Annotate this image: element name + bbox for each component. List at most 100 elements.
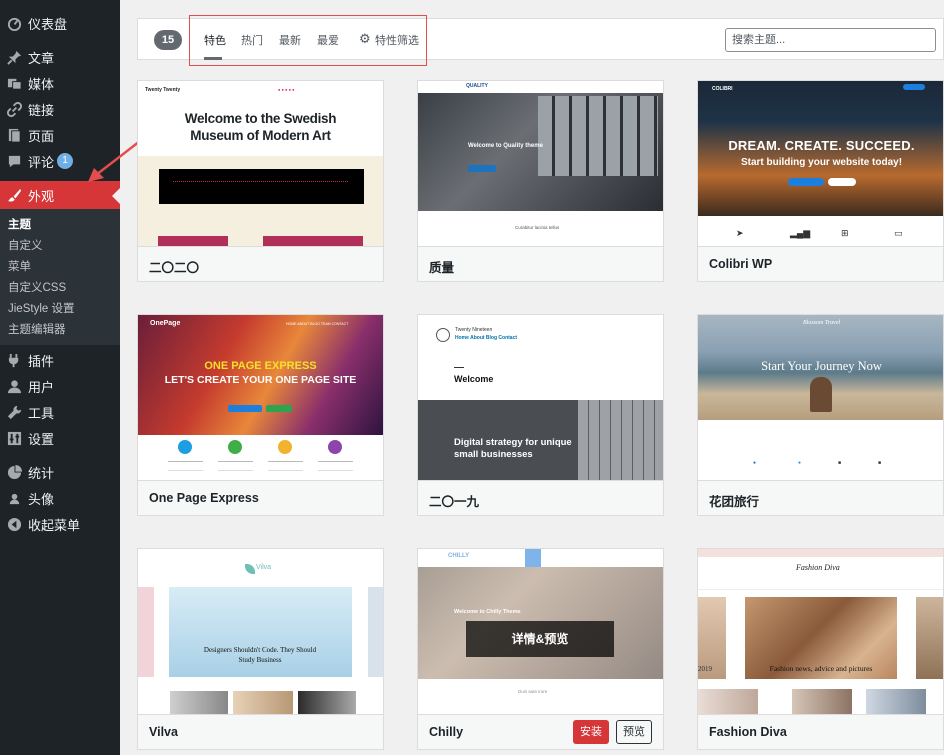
- menu-label: 工具: [28, 405, 55, 421]
- annotation-arrow: [88, 140, 141, 182]
- menu-label: 收起菜单: [28, 517, 81, 533]
- theme-name: 质量: [429, 261, 455, 275]
- settings-icon: [6, 430, 22, 446]
- menu-label: 仪表盘: [28, 16, 68, 32]
- theme-headline: Welcome: [454, 374, 494, 384]
- theme-card-twentynineteen[interactable]: Twenty Nineteen Home About Blog Contact …: [417, 314, 664, 516]
- theme-headline: Designers Shouldn't Code. They Should St…: [203, 646, 317, 664]
- active-menu-arrow: [112, 188, 120, 204]
- theme-card-onepage-express[interactable]: OnePage HOME ABOUT BLOG TEAM CONTACT ONE…: [137, 314, 384, 516]
- theme-caption: Curabitur lacinia tellus: [515, 225, 560, 230]
- theme-screenshot: Blossom Travel Start Your Journey Now ● …: [698, 315, 943, 480]
- theme-name-bar: One Page Express: [138, 480, 383, 515]
- theme-card-colibri[interactable]: COLIBRI DREAM. CREATE. SUCCEED. Start bu…: [697, 80, 944, 282]
- menu-collapse[interactable]: 收起菜单: [0, 511, 120, 537]
- pin-icon: [6, 49, 22, 65]
- theme-card-blossom-travel[interactable]: Blossom Travel Start Your Journey Now ● …: [697, 314, 944, 516]
- theme-name: 花团旅行: [709, 495, 760, 509]
- submenu-themes[interactable]: 主题: [8, 215, 31, 235]
- theme-name-bar: 质量: [418, 246, 663, 281]
- theme-count-badge: 15: [154, 30, 182, 50]
- theme-subtitle: Digital strategy for unique small busine…: [454, 437, 572, 460]
- plugin-icon: [6, 352, 22, 368]
- appearance-submenu: 主题 自定义 菜单 自定义CSS JieStyle 设置 主题编辑器: [0, 209, 120, 345]
- avatar-icon: [6, 490, 22, 506]
- menu-stats[interactable]: 统计: [0, 459, 120, 485]
- menu-posts[interactable]: 文章: [0, 44, 120, 70]
- menu-label: 外观: [28, 188, 55, 204]
- menu-tools[interactable]: 工具: [0, 399, 120, 425]
- theme-brand: QUALITY: [466, 83, 488, 89]
- theme-name: Colibri WP: [709, 257, 773, 271]
- menu-label: 用户: [28, 379, 55, 395]
- page-icon: [6, 127, 22, 143]
- menu-label: 头像: [28, 491, 55, 507]
- menu-settings[interactable]: 设置: [0, 425, 120, 451]
- install-button[interactable]: 安装: [573, 720, 609, 744]
- theme-card-quality[interactable]: QUALITY Welcome to Quality theme Curabit…: [417, 80, 664, 282]
- theme-brand: Twenty Nineteen: [455, 327, 493, 333]
- theme-headline: Welcome to Quality theme: [468, 143, 543, 149]
- menu-label: 插件: [28, 353, 55, 369]
- submenu-custom-css[interactable]: 自定义CSS: [8, 278, 66, 298]
- theme-name: 二〇一九: [429, 495, 480, 509]
- theme-name: Chilly: [429, 725, 464, 739]
- preview-button[interactable]: 预览: [616, 720, 652, 744]
- theme-screenshot: COLIBRI DREAM. CREATE. SUCCEED. Start bu…: [698, 81, 943, 246]
- theme-name: Fashion Diva: [709, 725, 787, 739]
- theme-search-input[interactable]: [725, 28, 936, 52]
- submenu-jiestyle-settings[interactable]: JieStyle 设置: [8, 299, 74, 319]
- submenu-menus[interactable]: 菜单: [8, 257, 31, 277]
- theme-nav: Home About Blog Contact: [455, 335, 518, 341]
- menu-avatar[interactable]: 头像: [0, 485, 120, 511]
- theme-screenshot: Vilva Designers Shouldn't Code. They Sho…: [138, 549, 383, 714]
- menu-links[interactable]: 链接: [0, 96, 120, 122]
- theme-name-bar: Vilva: [138, 714, 383, 749]
- theme-brand: OnePage: [150, 320, 181, 327]
- theme-name-bar: 二〇二〇: [138, 246, 383, 281]
- admin-sidebar: 仪表盘 文章 媒体 链接 页面 评论 1 外观 主题 自定义 菜单 自定义CSS…: [0, 0, 120, 755]
- menu-dashboard[interactable]: 仪表盘: [0, 10, 120, 36]
- annotation-highlight-box: [189, 15, 427, 66]
- theme-brand: Blossom Travel: [803, 320, 841, 326]
- theme-card-chilly[interactable]: CHILLY Welcome to Chilly Theme Duis aute…: [417, 548, 664, 750]
- theme-headline: Fashion news, advice and pictures: [769, 664, 873, 673]
- menu-label: 设置: [28, 431, 55, 447]
- menu-label: 评论: [28, 154, 55, 170]
- theme-name-bar: Colibri WP: [698, 246, 943, 281]
- link-icon: [6, 101, 22, 117]
- theme-side-text: 2019: [698, 665, 712, 673]
- theme-screenshot: CHILLY Welcome to Chilly Theme Duis aute…: [418, 549, 663, 714]
- theme-subtitle: Start building your website today!: [740, 157, 903, 168]
- details-preview-button[interactable]: 详情&预览: [466, 621, 614, 657]
- media-icon: [6, 75, 22, 91]
- menu-label: 媒体: [28, 76, 55, 92]
- theme-brand: Fashion Diva: [796, 563, 840, 572]
- theme-name: 二〇二〇: [149, 261, 200, 275]
- menu-appearance[interactable]: 外观: [0, 181, 120, 209]
- theme-screenshot: QUALITY Welcome to Quality theme Curabit…: [418, 81, 663, 246]
- comment-icon: [6, 153, 22, 169]
- theme-headline: Start Your Journey Now: [761, 359, 882, 373]
- stats-icon: [6, 464, 22, 480]
- brush-icon: [6, 187, 22, 203]
- menu-users[interactable]: 用户: [0, 373, 120, 399]
- theme-screenshot: Fashion Diva 2019 Fashion news, advice a…: [698, 549, 943, 714]
- menu-media[interactable]: 媒体: [0, 70, 120, 96]
- theme-card-twentytwenty[interactable]: Twenty Twenty ● ● ● ● ● Welcome to the S…: [137, 80, 384, 282]
- menu-label: 文章: [28, 50, 55, 66]
- theme-brand: Twenty Twenty: [145, 87, 181, 93]
- dashboard-icon: [6, 15, 22, 31]
- theme-card-vilva[interactable]: Vilva Designers Shouldn't Code. They Sho…: [137, 548, 384, 750]
- theme-brand: COLIBRI: [712, 86, 733, 92]
- collapse-icon: [6, 516, 22, 532]
- submenu-customize[interactable]: 自定义: [8, 236, 43, 256]
- theme-card-fashion-diva[interactable]: Fashion Diva 2019 Fashion news, advice a…: [697, 548, 944, 750]
- menu-plugins[interactable]: 插件: [0, 347, 120, 373]
- comment-count-badge: 1: [57, 153, 74, 169]
- theme-screenshot: Twenty Nineteen Home About Blog Contact …: [418, 315, 663, 480]
- menu-label: 页面: [28, 128, 55, 144]
- theme-headline: DREAM. CREATE. SUCCEED.: [728, 138, 915, 153]
- submenu-theme-editor[interactable]: 主题编辑器: [8, 320, 66, 340]
- theme-subtitle: LET'S CREATE YOUR ONE PAGE SITE: [164, 374, 357, 386]
